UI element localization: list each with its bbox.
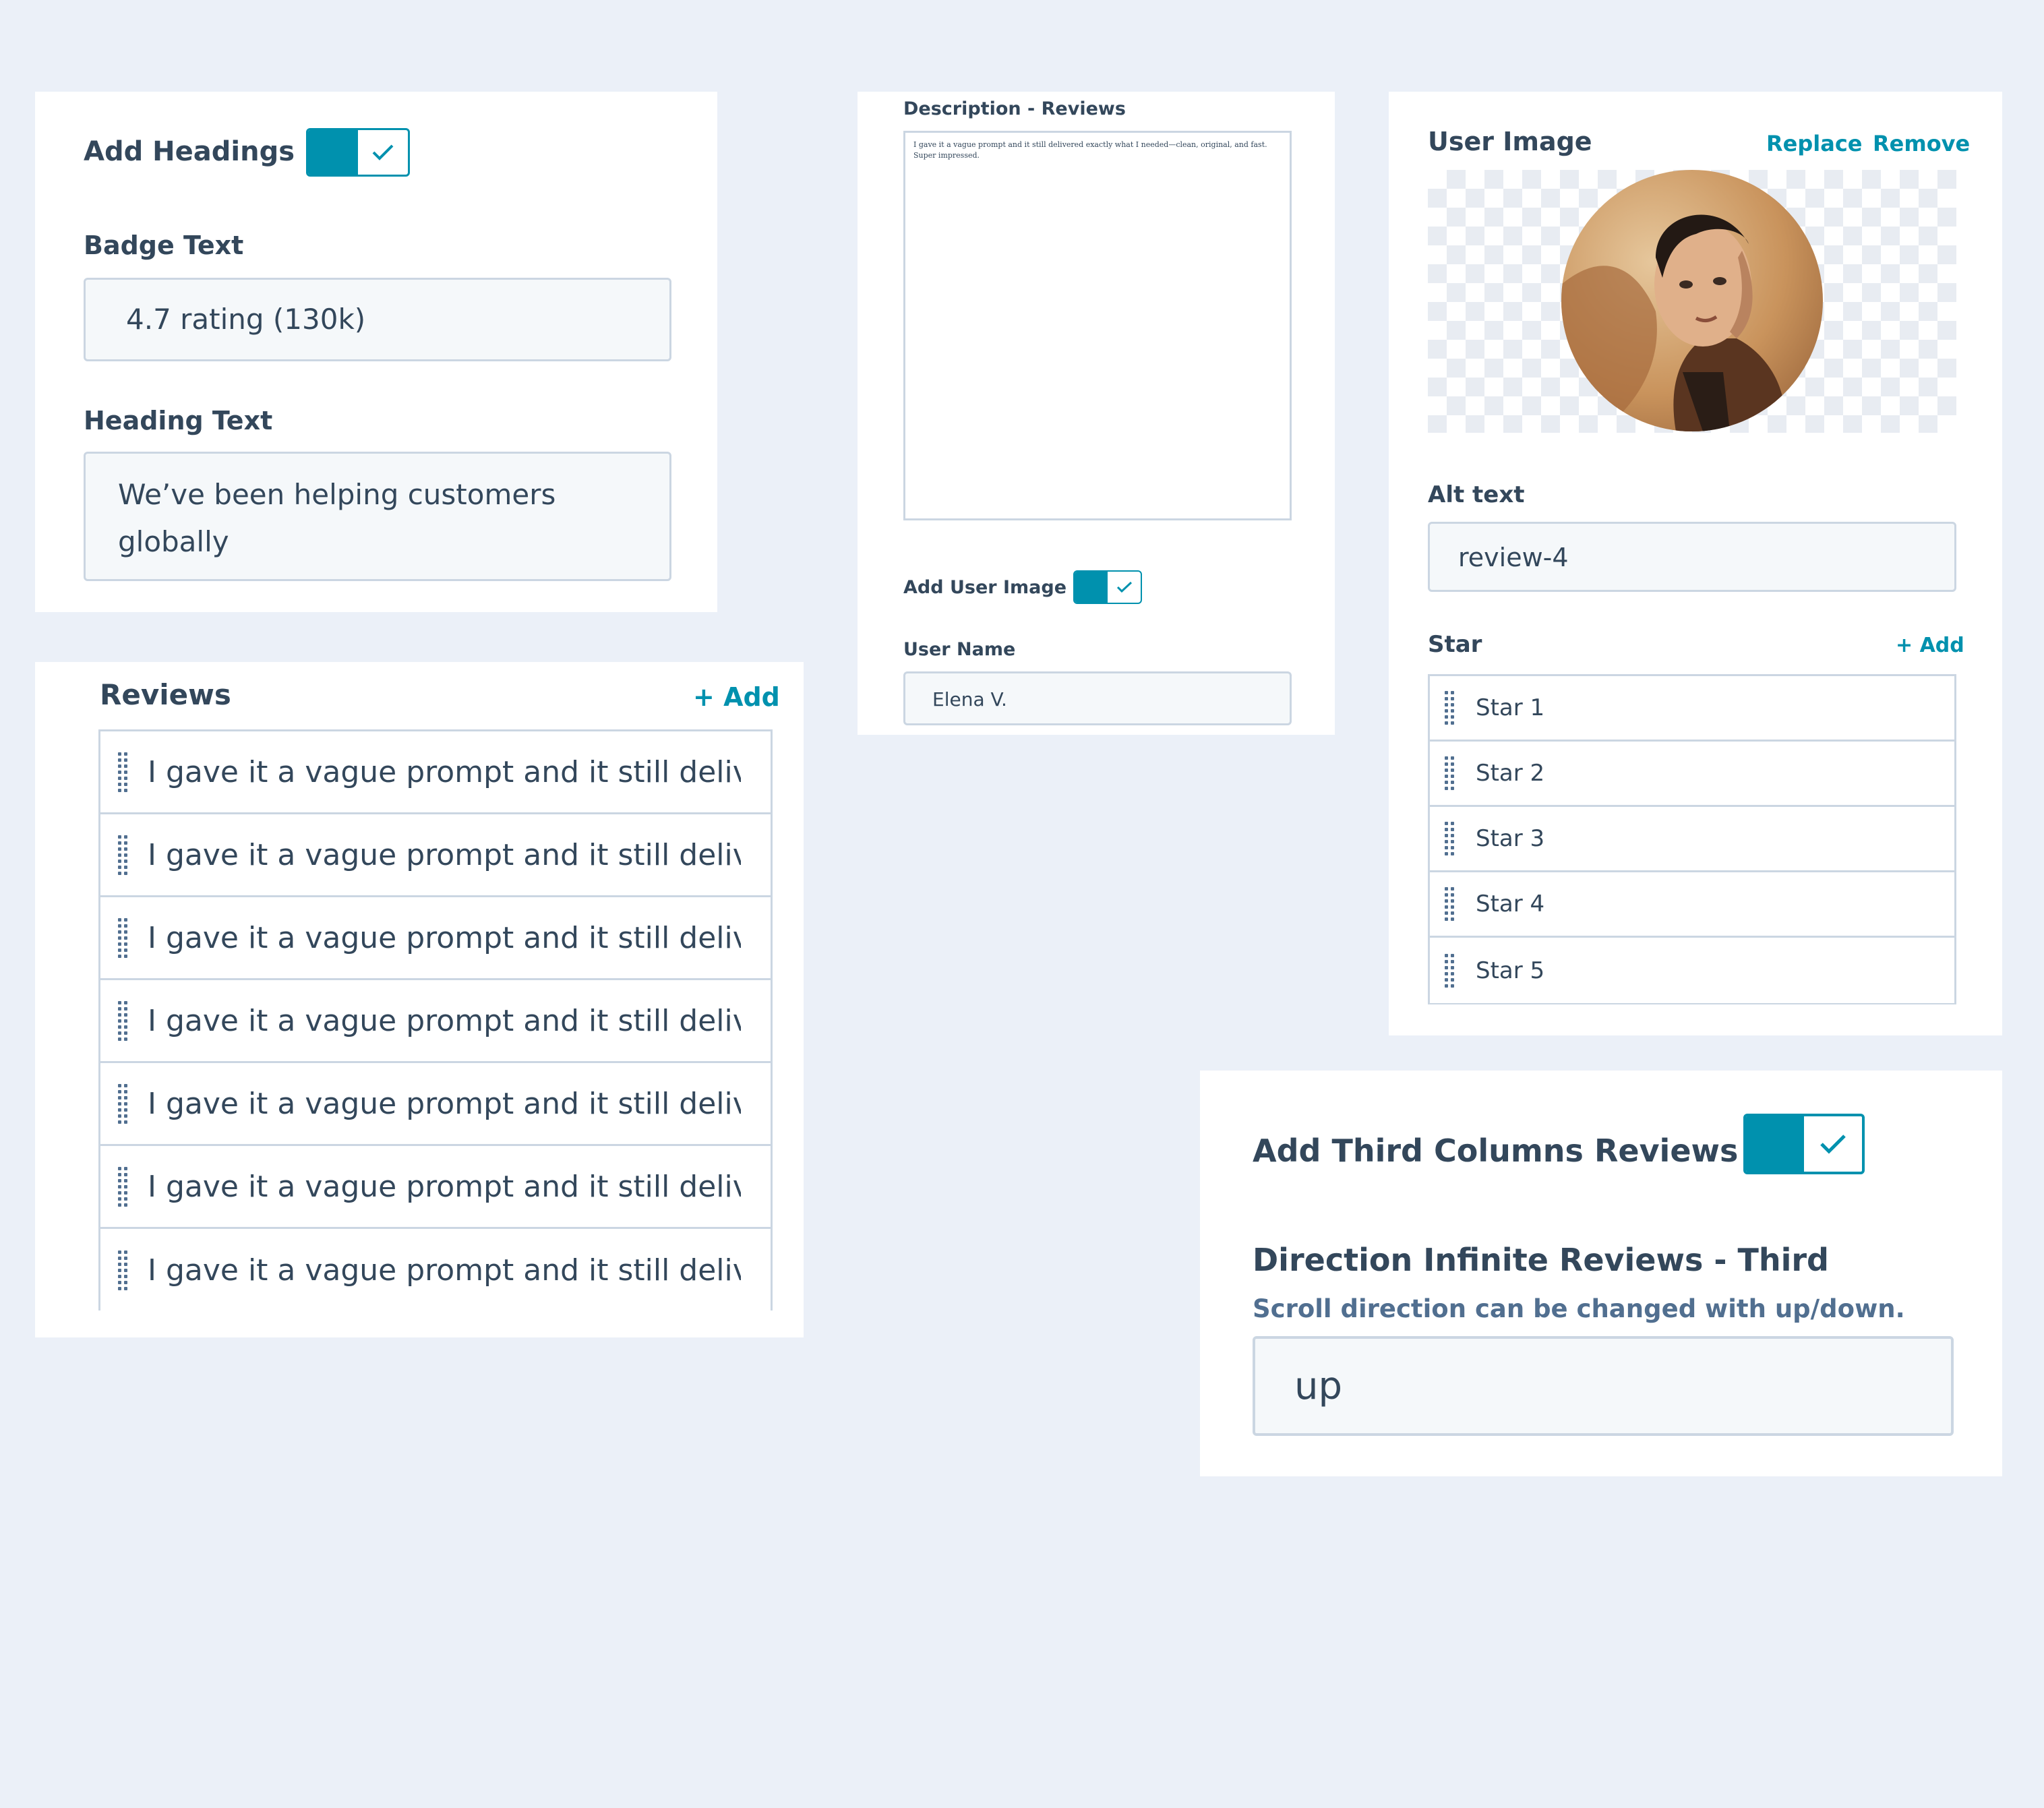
heading-text-input[interactable]: We’ve been helping customers globally <box>84 452 671 581</box>
user-name-label: User Name <box>903 639 1016 660</box>
review-row-text: I gave it a vague prompt and it still de… <box>148 1253 741 1288</box>
drag-handle-icon[interactable] <box>118 835 127 875</box>
drag-handle-icon[interactable] <box>1445 691 1454 725</box>
badge-text-value: 4.7 rating (130k) <box>126 303 366 336</box>
drag-handle-icon[interactable] <box>118 917 127 958</box>
star-row[interactable]: Star 4 <box>1430 872 1954 938</box>
star-label: Star <box>1428 631 1482 658</box>
reviews-add-link[interactable]: + Add <box>693 682 780 712</box>
description-text: I gave it a vague prompt and it still de… <box>913 140 1267 160</box>
review-row-text: I gave it a vague prompt and it still de… <box>148 1086 741 1121</box>
star-row-label: Star 3 <box>1476 825 1545 852</box>
review-row-text: I gave it a vague prompt and it still de… <box>148 837 741 872</box>
drag-handle-icon[interactable] <box>118 752 127 792</box>
direction-help-text: Scroll direction can be changed with up/… <box>1253 1294 1905 1323</box>
description-textarea[interactable]: I gave it a vague prompt and it still de… <box>903 131 1292 520</box>
reviews-title: Reviews <box>100 678 231 711</box>
badge-text-input[interactable]: 4.7 rating (130k) <box>84 278 671 361</box>
person-illustration <box>1561 214 1785 431</box>
review-row-text: I gave it a vague prompt and it still de… <box>148 920 741 955</box>
user-name-input[interactable]: Elena V. <box>903 671 1292 725</box>
remove-link[interactable]: Remove <box>1873 131 1970 156</box>
stars-list: Star 1 Star 2 Star 3 Star 4 Star 5 <box>1428 674 1956 1004</box>
review-row[interactable]: I gave it a vague prompt and it still de… <box>100 1229 771 1312</box>
alt-text-input[interactable]: review-4 <box>1428 522 1956 592</box>
user-image-title: User Image <box>1428 127 1592 156</box>
direction-label: Direction Infinite Reviews - Third <box>1253 1242 1829 1278</box>
toggle-knob <box>308 130 358 175</box>
toggle-knob <box>1075 572 1108 603</box>
add-third-columns-label: Add Third Columns Reviews <box>1253 1133 1739 1169</box>
star-row[interactable]: Star 5 <box>1430 938 1954 1003</box>
direction-input[interactable]: up <box>1253 1336 1954 1436</box>
add-third-columns-toggle[interactable] <box>1743 1114 1865 1174</box>
review-row[interactable]: I gave it a vague prompt and it still de… <box>100 814 771 897</box>
check-icon <box>1108 572 1141 603</box>
review-row[interactable]: I gave it a vague prompt and it still de… <box>100 731 771 814</box>
review-row-text: I gave it a vague prompt and it still de… <box>148 1003 741 1038</box>
drag-handle-icon[interactable] <box>118 1166 127 1207</box>
star-row-label: Star 1 <box>1476 694 1545 721</box>
heading-text-label: Heading Text <box>84 406 273 435</box>
review-row[interactable]: I gave it a vague prompt and it still de… <box>100 1146 771 1229</box>
review-row[interactable]: I gave it a vague prompt and it still de… <box>100 980 771 1063</box>
user-name-value: Elena V. <box>932 688 1007 711</box>
check-icon <box>358 130 408 175</box>
direction-value: up <box>1294 1364 1343 1408</box>
check-icon <box>1804 1116 1862 1172</box>
star-row[interactable]: Star 2 <box>1430 742 1954 807</box>
add-user-image-label: Add User Image <box>903 577 1067 598</box>
drag-handle-icon[interactable] <box>1445 953 1454 988</box>
reviews-list: I gave it a vague prompt and it still de… <box>98 729 773 1312</box>
headings-panel: Add Headings Badge Text 4.7 rating (130k… <box>35 92 717 612</box>
badge-text-label: Badge Text <box>84 231 244 260</box>
image-preview[interactable] <box>1428 170 1956 433</box>
alt-text-label: Alt text <box>1428 481 1525 508</box>
review-row[interactable]: I gave it a vague prompt and it still de… <box>100 1063 771 1146</box>
star-row-label: Star 4 <box>1476 891 1545 917</box>
replace-link[interactable]: Replace <box>1766 131 1862 156</box>
alt-text-value: review-4 <box>1458 543 1569 572</box>
add-user-image-toggle[interactable] <box>1073 570 1142 604</box>
add-headings-toggle[interactable] <box>306 128 410 177</box>
description-panel: Description - Reviews I gave it a vague … <box>858 92 1335 735</box>
drag-handle-icon[interactable] <box>1445 822 1454 855</box>
star-row[interactable]: Star 3 <box>1430 807 1954 872</box>
drag-handle-icon[interactable] <box>118 1083 127 1124</box>
toggle-knob <box>1746 1116 1804 1172</box>
heading-text-value: We’ve been helping customers globally <box>118 478 556 558</box>
user-avatar <box>1561 170 1823 431</box>
add-headings-label: Add Headings <box>84 136 295 167</box>
star-add-link[interactable]: + Add <box>1896 634 1964 657</box>
drag-handle-icon[interactable] <box>118 1250 127 1290</box>
drag-handle-icon[interactable] <box>1445 887 1454 921</box>
reviews-panel: Reviews + Add I gave it a vague prompt a… <box>35 662 804 1337</box>
review-row[interactable]: I gave it a vague prompt and it still de… <box>100 897 771 980</box>
review-row-text: I gave it a vague prompt and it still de… <box>148 1169 741 1204</box>
user-image-panel: User Image Replace Remove Alt text revie… <box>1389 92 2002 1035</box>
description-label: Description - Reviews <box>903 98 1126 119</box>
drag-handle-icon[interactable] <box>1445 756 1454 790</box>
star-row[interactable]: Star 1 <box>1430 676 1954 742</box>
star-row-label: Star 2 <box>1476 760 1545 787</box>
drag-handle-icon[interactable] <box>118 1000 127 1041</box>
third-column-panel: Add Third Columns Reviews Direction Infi… <box>1200 1071 2002 1476</box>
review-row-text: I gave it a vague prompt and it still de… <box>148 754 741 789</box>
star-row-label: Star 5 <box>1476 957 1545 984</box>
